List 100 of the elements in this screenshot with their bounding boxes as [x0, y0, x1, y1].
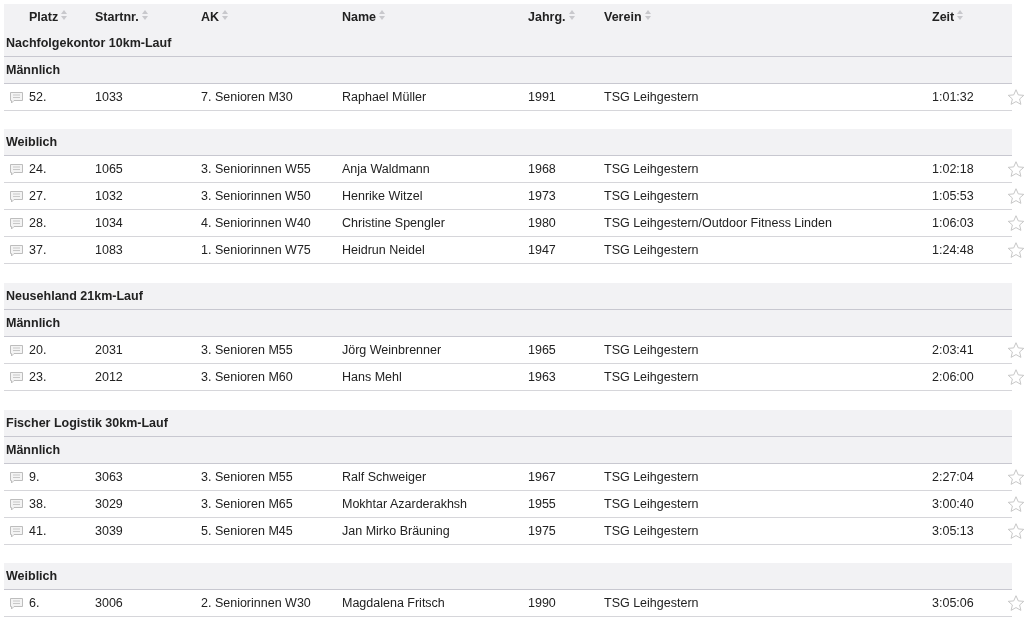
table-cell: 41.	[29, 523, 47, 538]
star-icon[interactable]	[1007, 468, 1025, 486]
sort-icon	[61, 10, 68, 20]
sort-icon	[379, 10, 386, 20]
table-cell: 2031	[95, 342, 123, 357]
gender-heading: Männlich	[6, 314, 61, 332]
column-header[interactable]: Name	[342, 7, 377, 27]
star-icon[interactable]	[1007, 160, 1025, 178]
table-cell: 1032	[95, 188, 123, 203]
table-cell: 1:02:18	[932, 161, 974, 176]
table-cell: 1. Seniorinnen W75	[201, 242, 311, 257]
table-cell: 3063	[95, 469, 123, 484]
star-icon[interactable]	[1007, 88, 1025, 106]
table-cell: 1967	[528, 469, 556, 484]
star-icon[interactable]	[1007, 594, 1025, 612]
table-cell: 3. Senioren M55	[201, 469, 293, 484]
gender-heading: Weiblich	[6, 133, 58, 151]
table-cell: 20.	[29, 342, 47, 357]
table-cell: 9.	[29, 469, 40, 484]
table-cell: TSG Leihgestern	[604, 469, 699, 484]
star-icon[interactable]	[1007, 495, 1025, 513]
table-cell: 3. Senioren M65	[201, 496, 293, 511]
table-cell: 2:27:04	[932, 469, 974, 484]
table-cell: 3029	[95, 496, 123, 511]
table-cell: Henrike Witzel	[342, 188, 423, 203]
table-cell: Raphael Müller	[342, 89, 427, 104]
table-cell: 2:06:00	[932, 369, 974, 384]
star-icon[interactable]	[1007, 341, 1025, 359]
event-title: Fischer Logistik 30km-Lauf	[6, 414, 168, 432]
table-cell: 2:03:41	[932, 342, 974, 357]
table-cell: 28.	[29, 215, 47, 230]
table-cell: 5. Senioren M45	[201, 523, 293, 538]
table-cell: 1963	[528, 369, 556, 384]
table-cell: Anja Waldmann	[342, 161, 430, 176]
column-header[interactable]: Zeit	[932, 7, 955, 27]
table-cell: TSG Leihgestern	[604, 595, 699, 610]
table-cell: 3:05:13	[932, 523, 974, 538]
star-icon[interactable]	[1007, 214, 1025, 232]
comment-icon[interactable]	[10, 345, 23, 357]
table-cell: 1:06:03	[932, 215, 974, 230]
table-cell: 3:00:40	[932, 496, 974, 511]
table-cell: TSG Leihgestern	[604, 523, 699, 538]
comment-icon[interactable]	[10, 164, 23, 176]
table-cell: 1:05:53	[932, 188, 974, 203]
comment-icon[interactable]	[10, 191, 23, 203]
sort-icon	[644, 10, 651, 20]
table-cell: Jan Mirko Bräuning	[342, 523, 450, 538]
star-icon[interactable]	[1007, 522, 1025, 540]
column-header[interactable]: AK	[201, 7, 220, 27]
table-cell: 1990	[528, 595, 556, 610]
star-icon[interactable]	[1007, 241, 1025, 259]
table-cell: 3. Senioren M55	[201, 342, 293, 357]
table-cell: 7. Senioren M30	[201, 89, 293, 104]
column-header[interactable]: Verein	[604, 7, 642, 27]
table-cell: Jörg Weinbrenner	[342, 342, 442, 357]
table-cell: 3. Seniorinnen W50	[201, 188, 311, 203]
table-cell: 1083	[95, 242, 123, 257]
gender-heading: Weiblich	[6, 567, 58, 585]
sort-icon	[141, 10, 148, 20]
star-icon[interactable]	[1007, 187, 1025, 205]
comment-icon[interactable]	[10, 92, 23, 104]
table-cell: 1991	[528, 89, 556, 104]
table-cell: TSG Leihgestern	[604, 188, 699, 203]
table-cell: Ralf Schweiger	[342, 469, 427, 484]
column-header[interactable]: Platz	[29, 7, 59, 27]
table-cell: 3. Seniorinnen W55	[201, 161, 311, 176]
column-header[interactable]: Jahrg.	[528, 7, 566, 27]
comment-icon[interactable]	[10, 218, 23, 230]
comment-icon[interactable]	[10, 526, 23, 538]
table-cell: TSG Leihgestern/Outdoor Fitness Linden	[604, 215, 832, 230]
column-header[interactable]: Startnr.	[95, 7, 139, 27]
table-cell: TSG Leihgestern	[604, 342, 699, 357]
comment-icon[interactable]	[10, 598, 23, 610]
sort-icon	[222, 10, 229, 20]
event-title: Nachfolgekontor 10km-Lauf	[6, 34, 172, 52]
table-cell: TSG Leihgestern	[604, 496, 699, 511]
comment-icon[interactable]	[10, 499, 23, 511]
table-cell: Mokhtar Azarderakhsh	[342, 496, 468, 511]
comment-icon[interactable]	[10, 472, 23, 484]
gender-heading: Männlich	[6, 61, 61, 79]
table-cell: 24.	[29, 161, 47, 176]
table-cell: TSG Leihgestern	[604, 89, 699, 104]
table-cell: TSG Leihgestern	[604, 369, 699, 384]
table-cell: 37.	[29, 242, 47, 257]
comment-icon[interactable]	[10, 372, 23, 384]
table-cell: TSG Leihgestern	[604, 242, 699, 257]
gender-heading: Männlich	[6, 441, 61, 459]
table-cell: 1033	[95, 89, 123, 104]
star-icon[interactable]	[1007, 368, 1025, 386]
table-cell: 1968	[528, 161, 556, 176]
table-cell: 1965	[528, 342, 556, 357]
table-cell: 38.	[29, 496, 47, 511]
table-cell: Heidrun Neidel	[342, 242, 425, 257]
table-cell: 1034	[95, 215, 123, 230]
table-cell: 6.	[29, 595, 40, 610]
table-cell: 1947	[528, 242, 556, 257]
table-cell: 1065	[95, 161, 123, 176]
table-cell: 2. Seniorinnen W30	[201, 595, 311, 610]
table-cell: 3006	[95, 595, 123, 610]
comment-icon[interactable]	[10, 245, 23, 257]
